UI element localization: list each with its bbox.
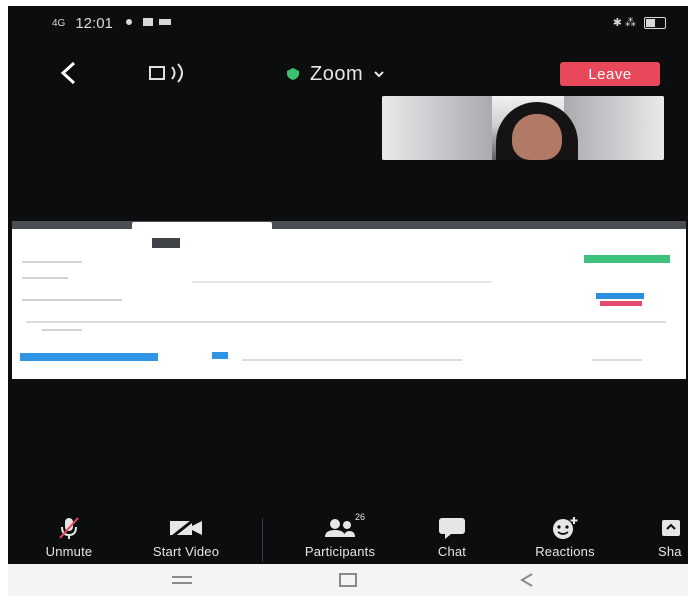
- meeting-toolbar: Unmute Start Video 26 Participants Chat …: [8, 512, 688, 564]
- leave-button[interactable]: Leave: [560, 62, 660, 86]
- meeting-top-bar: Zoom Leave: [8, 54, 688, 94]
- shared-browser-tab: [132, 222, 272, 229]
- home-button[interactable]: [334, 572, 362, 588]
- chat-label: Chat: [437, 544, 467, 559]
- start-video-label: Start Video: [152, 544, 220, 559]
- reactions-icon: [553, 517, 578, 539]
- self-video-thumbnail[interactable]: [382, 96, 664, 160]
- speaker-icon: [149, 63, 183, 83]
- unmute-label: Unmute: [45, 544, 93, 559]
- share-icon: [662, 520, 680, 536]
- reactions-button[interactable]: Reactions: [520, 514, 610, 564]
- video-off-icon: [170, 517, 202, 539]
- shared-blue-button: [596, 293, 644, 299]
- chat-icon: [439, 518, 465, 539]
- shared-green-button: [584, 255, 670, 263]
- share-label: Sha: [658, 544, 682, 559]
- share-button[interactable]: Sha: [658, 514, 688, 564]
- home-icon: [339, 573, 357, 587]
- back-button[interactable]: [58, 60, 88, 90]
- speaker-button[interactable]: [148, 62, 198, 86]
- unmute-button[interactable]: Unmute: [32, 514, 106, 564]
- notification-icons: [123, 15, 183, 32]
- meeting-title: Zoom: [310, 62, 364, 85]
- back-icon: [520, 573, 533, 587]
- start-video-button[interactable]: Start Video: [128, 514, 244, 564]
- participant-face: [512, 114, 562, 160]
- nav-back-button[interactable]: [514, 572, 542, 588]
- chat-button[interactable]: Chat: [422, 514, 482, 564]
- meeting-title-button[interactable]: Zoom: [286, 60, 385, 88]
- participants-icon: [325, 519, 355, 537]
- shared-browser-chrome: [12, 221, 686, 229]
- participants-count-badge: 26: [355, 512, 366, 522]
- shared-small-button: [212, 352, 228, 359]
- signal-indicator: 4G: [52, 17, 66, 29]
- phone-screen: 4G 12:01 ✱ ⁂ Zoom Leave Unmute Start Vid…: [8, 6, 688, 596]
- recents-button[interactable]: [168, 572, 196, 588]
- toolbar-divider: [262, 518, 263, 562]
- clock: 12:01: [75, 15, 113, 32]
- shield-icon: [287, 68, 299, 80]
- status-right-text: ✱ ⁂: [612, 17, 636, 29]
- shared-progress-bar: [20, 353, 158, 361]
- status-left: 4G 12:01: [52, 15, 183, 32]
- status-bar: 4G 12:01 ✱ ⁂: [8, 6, 688, 40]
- participants-label: Participants: [304, 544, 376, 559]
- battery-icon: [644, 16, 666, 29]
- status-right: ✱ ⁂: [613, 16, 666, 29]
- back-chevron-icon: [60, 61, 76, 85]
- recents-icon: [172, 576, 192, 584]
- shared-red-button: [600, 301, 642, 306]
- shared-screen[interactable]: [12, 221, 686, 379]
- participants-button[interactable]: 26 Participants: [280, 512, 400, 564]
- microphone-muted-icon: [59, 517, 79, 539]
- shared-header-box: [152, 238, 180, 248]
- reactions-label: Reactions: [535, 544, 595, 559]
- system-nav-bar: [8, 564, 688, 596]
- chevron-down-icon: [374, 71, 384, 78]
